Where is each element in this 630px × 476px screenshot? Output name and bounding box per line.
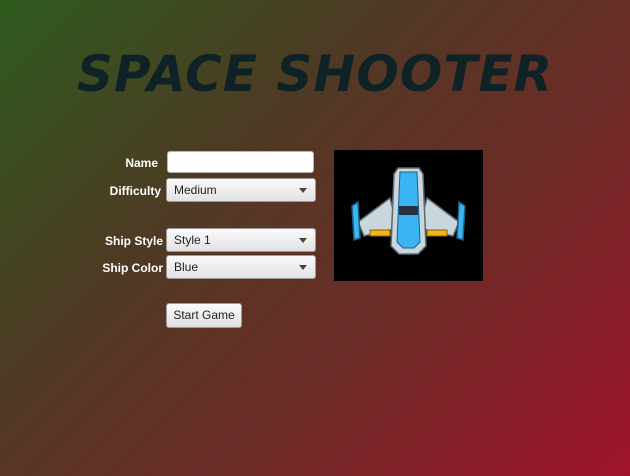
game-title: SPACE SHOOTER (76, 45, 554, 103)
difficulty-value: Medium (174, 183, 217, 197)
ship-color-label: Ship Color (102, 261, 163, 275)
chevron-down-icon (299, 265, 307, 270)
ship-preview (334, 150, 483, 281)
difficulty-label: Difficulty (109, 184, 161, 198)
chevron-down-icon (299, 188, 307, 193)
start-game-button[interactable]: Start Game (166, 303, 242, 328)
ship-color-select[interactable]: Blue (166, 255, 316, 279)
difficulty-select[interactable]: Medium (166, 178, 316, 202)
ship-color-value: Blue (174, 260, 199, 274)
chevron-down-icon (299, 238, 307, 243)
name-label: Name (125, 156, 158, 170)
ship-style-value: Style 1 (174, 233, 211, 247)
spaceship-icon (351, 167, 466, 255)
ship-style-label: Ship Style (104, 234, 163, 248)
name-input[interactable] (167, 151, 314, 173)
ship-style-select[interactable]: Style 1 (166, 228, 316, 252)
